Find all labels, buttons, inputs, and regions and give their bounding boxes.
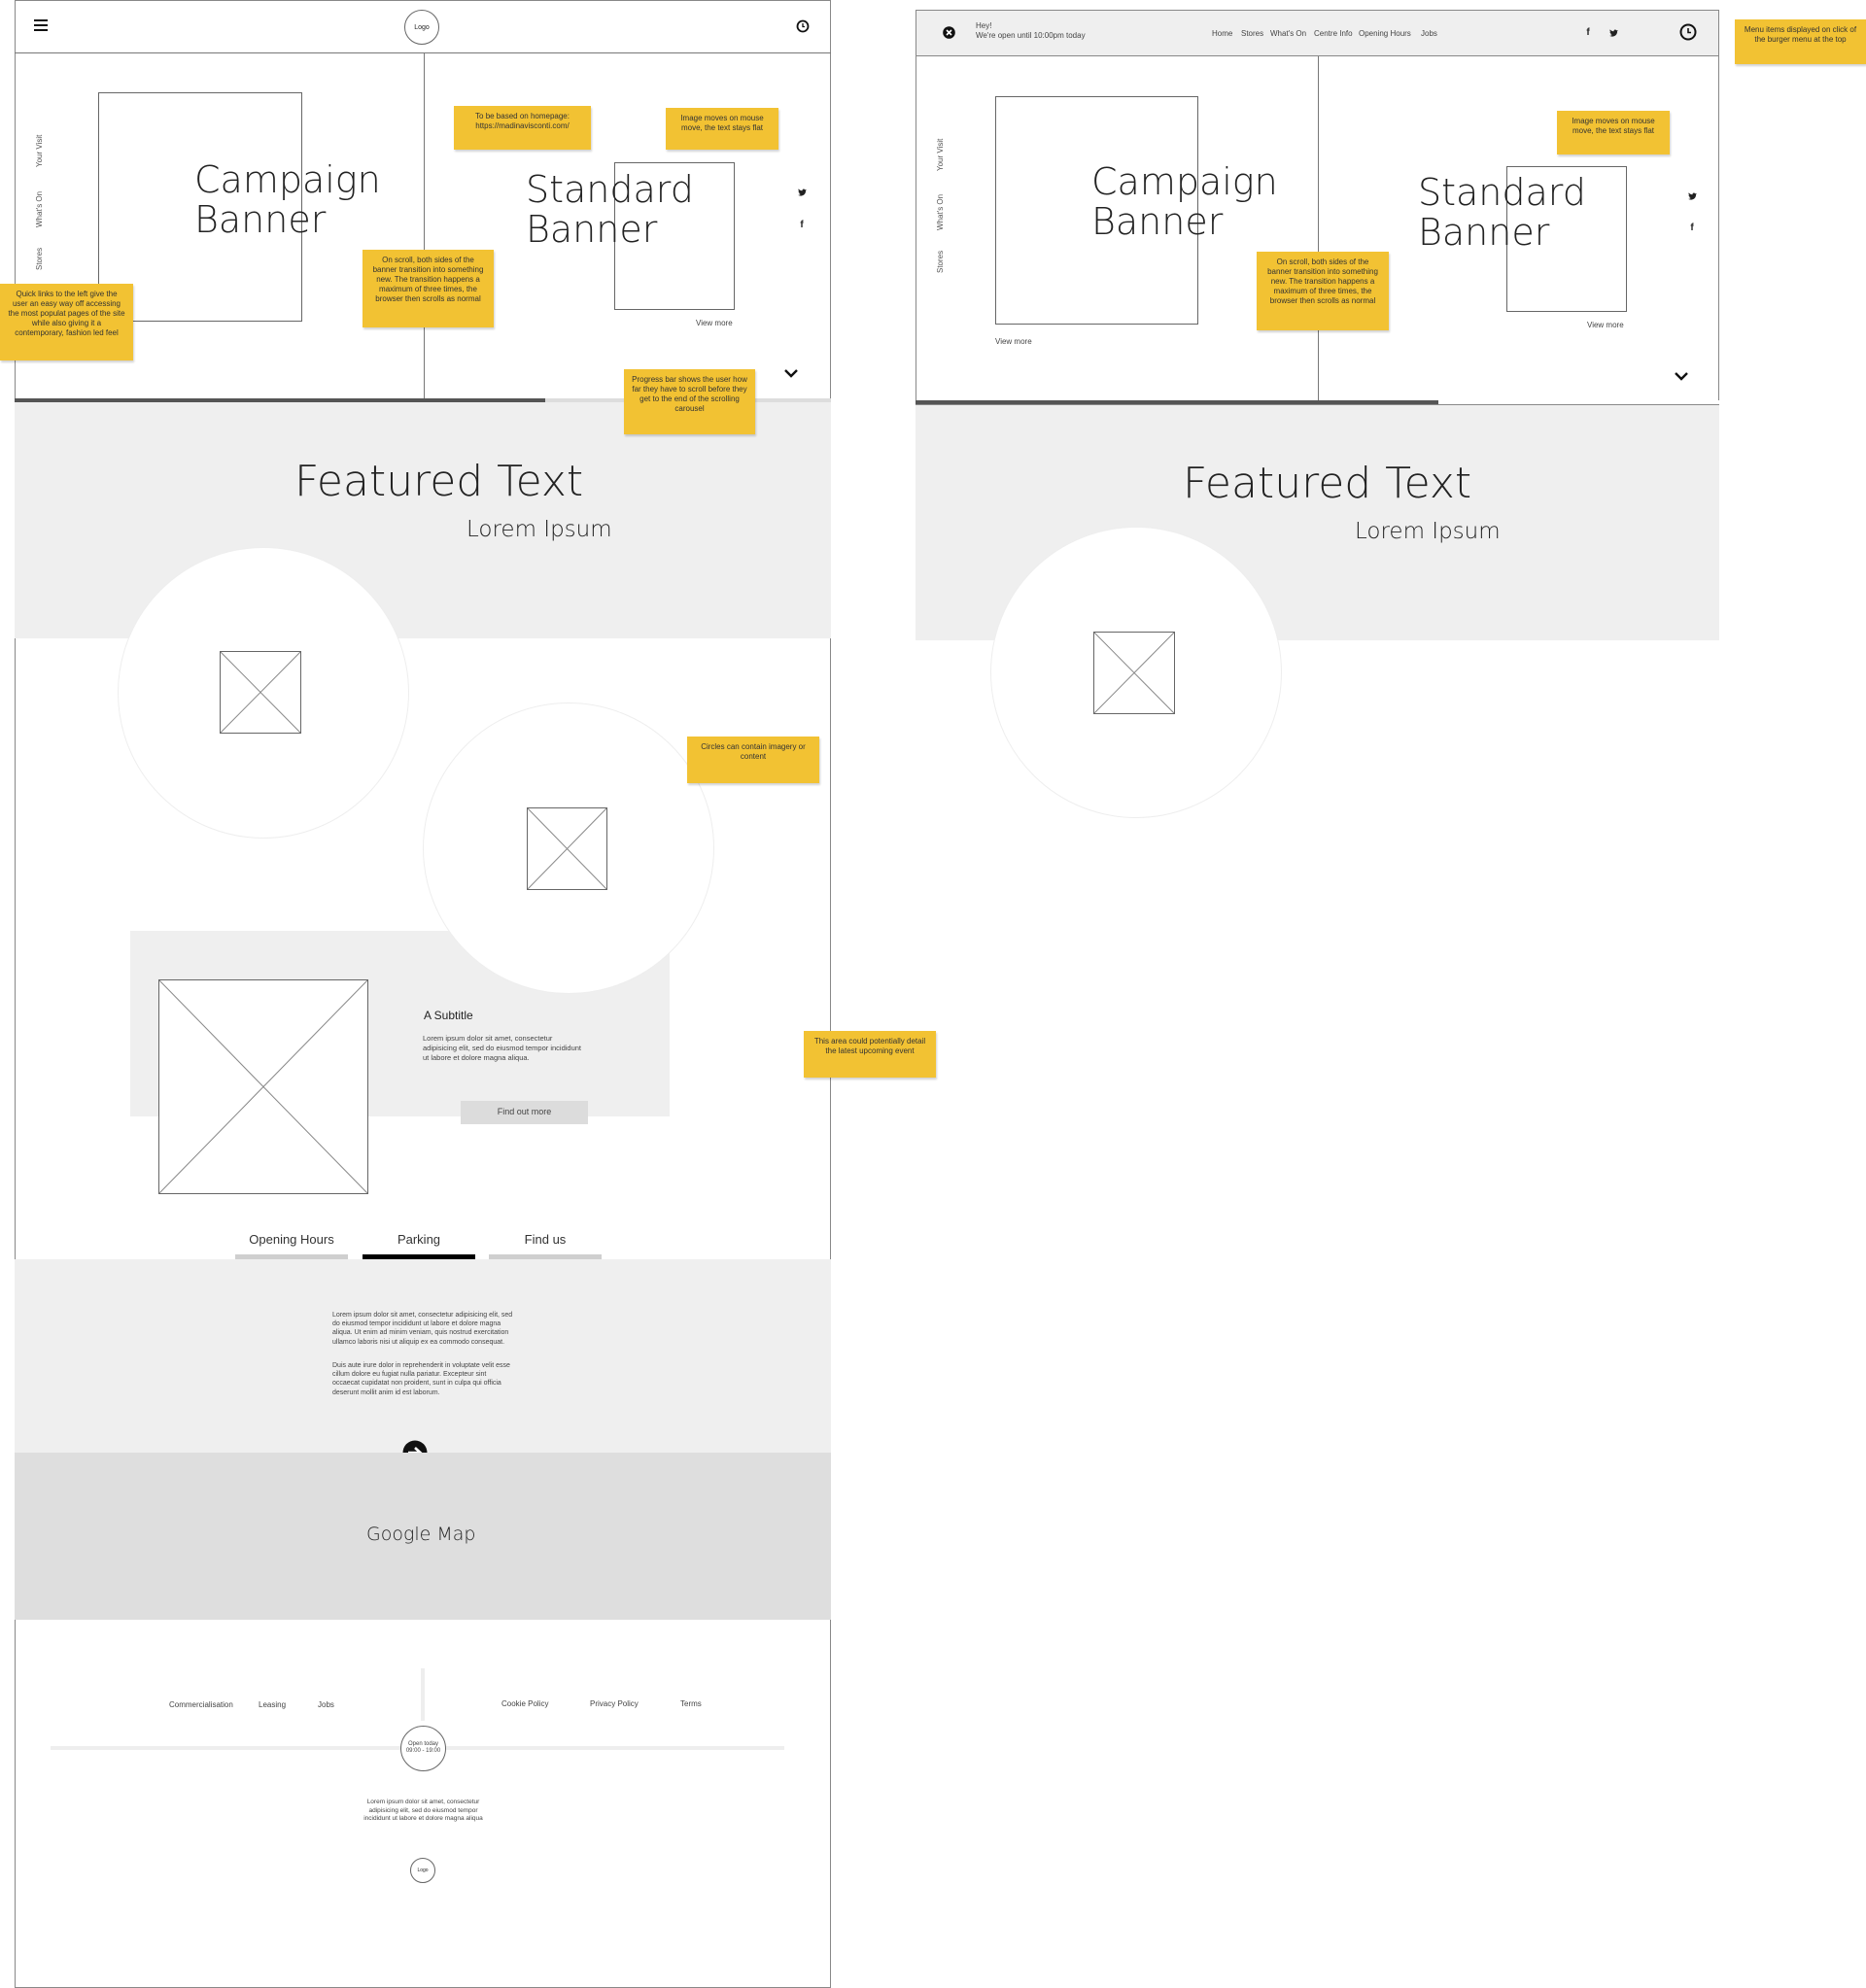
footer-link-jobs[interactable]: Jobs [318, 1700, 334, 1709]
note-upcoming-event: This area could potentially detail the l… [804, 1031, 936, 1078]
standard-banner-title: Standard Banner [526, 168, 694, 252]
nav-jobs[interactable]: Jobs [1421, 29, 1437, 38]
header-clock-icon[interactable] [1679, 23, 1697, 41]
desktop-note-scroll-transition: On scroll, both sides of the banner tran… [1257, 252, 1389, 330]
circle-image-placeholder-1 [220, 651, 301, 734]
open-hours-value: 09:00 - 19:00 [405, 1748, 441, 1755]
tab-parking[interactable]: Parking [363, 1232, 475, 1247]
open-today-label: Open today [407, 1741, 439, 1747]
desktop-standard-view-more[interactable]: View more [1587, 321, 1624, 329]
twitter-icon[interactable] [797, 188, 807, 197]
campaign-banner-title: Campaign Banner [194, 158, 381, 242]
nav-home[interactable]: Home [1212, 29, 1232, 38]
footer-logo[interactable]: Logo [410, 1858, 435, 1883]
nav-whats-on[interactable]: What's On [1270, 29, 1306, 38]
note-mouse-move: Image moves on mouse move, the text stay… [666, 108, 778, 150]
note-homepage: To be based on homepage: https://madinav… [454, 106, 591, 150]
google-map-label: Google Map [366, 1524, 476, 1545]
header-facebook-icon[interactable]: f [1583, 27, 1593, 38]
greeting-text: Hey! [976, 21, 992, 30]
open-until-text: We're open until 10:00pm today [976, 31, 1086, 40]
desktop-campaign-view-more[interactable]: View more [995, 337, 1032, 346]
quick-link-whats-on[interactable]: What's On [35, 191, 44, 227]
tab-find-us[interactable]: Find us [489, 1232, 602, 1247]
note-circles: Circles can contain imagery or content [687, 737, 819, 783]
note-quick-links: Quick links to the left give the user an… [0, 284, 133, 360]
note-burger-menu: Menu items displayed on click of the bur… [1735, 19, 1866, 64]
note-scroll-transition: On scroll, both sides of the banner tran… [363, 250, 494, 327]
opening-hours-circle: Open today 09:00 - 19:00 [400, 1726, 446, 1771]
desktop-facebook-icon[interactable]: f [1687, 223, 1697, 233]
desktop-quick-link-whats-on[interactable]: What's On [936, 194, 945, 230]
header-twitter-icon[interactable] [1608, 28, 1618, 38]
footer-link-cookie-policy[interactable]: Cookie Policy [501, 1699, 548, 1708]
close-menu-icon[interactable] [942, 25, 955, 39]
find-out-more-button[interactable]: Find out more [461, 1101, 588, 1124]
footer-link-terms[interactable]: Terms [680, 1699, 702, 1708]
nav-opening-hours[interactable]: Opening Hours [1359, 29, 1411, 38]
footer-vertical-line [421, 1668, 425, 1721]
event-image-placeholder [158, 979, 368, 1194]
desktop-quick-link-your-visit[interactable]: Your Visit [936, 139, 945, 171]
desktop-note-mouse-move: Image moves on mouse move, the text stay… [1557, 111, 1670, 154]
footer-link-privacy-policy[interactable]: Privacy Policy [590, 1699, 639, 1708]
facebook-icon[interactable]: f [797, 220, 807, 230]
quick-link-your-visit[interactable]: Your Visit [35, 135, 44, 167]
nav-centre-info[interactable]: Centre Info [1314, 29, 1353, 38]
banner-split-line [424, 52, 425, 399]
clock-icon[interactable] [796, 19, 810, 33]
nav-stores[interactable]: Stores [1241, 29, 1263, 38]
tab-paragraph-2: Duis aute irure dolor in reprehenderit i… [332, 1362, 510, 1396]
featured-panel [15, 402, 831, 638]
footer-logo-text: Logo [417, 1868, 429, 1873]
desktop-quick-link-stores[interactable]: Stores [936, 251, 945, 273]
logo-circle[interactable]: Logo [404, 10, 439, 45]
footer-link-leasing[interactable]: Leasing [259, 1700, 286, 1709]
event-subtitle: A Subtitle [424, 1009, 473, 1022]
note-progress-bar: Progress bar shows the user how far they… [624, 369, 755, 434]
view-more-link[interactable]: View more [696, 319, 733, 327]
burger-menu-icon[interactable] [33, 17, 49, 33]
desktop-progress-fill [916, 400, 1438, 404]
featured-subtitle: Lorem Ipsum [466, 517, 612, 542]
tab-opening-hours[interactable]: Opening Hours [235, 1232, 348, 1247]
tab-paragraph-1: Lorem ipsum dolor sit amet, consectetur … [332, 1312, 513, 1346]
quick-link-stores[interactable]: Stores [35, 248, 44, 270]
desktop-twitter-icon[interactable] [1687, 191, 1697, 201]
circle-image-placeholder-2 [527, 807, 607, 890]
event-text: Lorem ipsum dolor sit amet, consectetur … [423, 1034, 582, 1062]
desktop-scroll-down-chevron-icon[interactable] [1674, 370, 1689, 382]
logo-text: Logo [414, 23, 430, 31]
tab-content-panel [15, 1259, 831, 1454]
desktop-standard-title: Standard Banner [1418, 171, 1586, 255]
desktop-banner-split [1318, 56, 1319, 401]
desktop-featured-subtitle: Lorem Ipsum [1355, 519, 1501, 544]
footer-link-commercialisation[interactable]: Commercialisation [169, 1700, 233, 1709]
desktop-featured-title: Featured Text [1183, 459, 1472, 508]
featured-title: Featured Text [294, 457, 584, 506]
mobile-header-divider [15, 52, 831, 53]
desktop-circle-image-placeholder [1093, 632, 1175, 714]
scroll-down-chevron-icon[interactable] [783, 367, 799, 379]
desktop-campaign-title: Campaign Banner [1091, 160, 1278, 244]
footer-text: Lorem ipsum dolor sit amet, consectetur … [363, 1799, 483, 1823]
